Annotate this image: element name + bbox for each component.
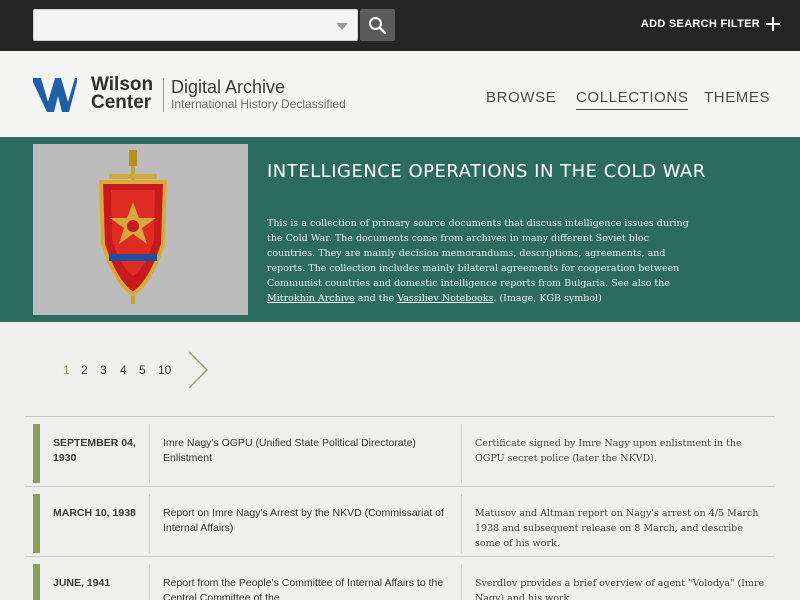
- kgb-shield-icon: [98, 150, 168, 304]
- next-page-arrow-icon[interactable]: [186, 350, 210, 390]
- brand-name[interactable]: Wilson Center: [91, 75, 153, 112]
- logo-divider: [163, 78, 164, 112]
- document-row[interactable]: JUNE, 1941 Report from the People's Comm…: [25, 564, 775, 600]
- collection-title: INTELLIGENCE OPERATIONS IN THE COLD WAR: [267, 161, 706, 182]
- search-button[interactable]: [360, 9, 395, 41]
- nav-collections[interactable]: COLLECTIONS: [576, 89, 689, 110]
- top-search-bar: ADD SEARCH FILTER: [0, 0, 800, 51]
- collection-hero: INTELLIGENCE OPERATIONS IN THE COLD WAR …: [0, 137, 800, 322]
- document-row[interactable]: SEPTEMBER 04, 1930 Imre Nagy's OGPU (Uni…: [25, 424, 775, 483]
- site-subtitle: International History Declassified: [171, 97, 346, 111]
- search-input[interactable]: [33, 9, 358, 41]
- site-header: Wilson Center Digital Archive Internatio…: [0, 51, 800, 137]
- row-separator: [149, 494, 150, 553]
- row-separator: [149, 564, 150, 600]
- row-accent-bar: [33, 494, 40, 553]
- document-description: Certificate signed by Imre Nagy upon enl…: [475, 438, 742, 464]
- page-1[interactable]: 1: [63, 363, 70, 377]
- document-title-link[interactable]: Report on Imre Nagy's Arrest by the NKVD…: [163, 506, 453, 536]
- wilson-center-logo-icon[interactable]: [33, 78, 77, 112]
- document-date: SEPTEMBER 04, 1930: [53, 437, 136, 464]
- document-title-link[interactable]: Report from the People's Committee of In…: [163, 576, 453, 600]
- document-description: Sverdlov provides a brief overview of ag…: [475, 578, 765, 600]
- plus-icon[interactable]: [766, 17, 780, 31]
- page-4[interactable]: 4: [120, 363, 127, 377]
- row-separator: [461, 564, 462, 600]
- row-accent-bar: [33, 424, 40, 483]
- nav-themes[interactable]: THEMES: [704, 89, 770, 106]
- site-title[interactable]: Digital Archive: [171, 77, 285, 98]
- collection-description: This is a collection of primary source d…: [267, 218, 689, 304]
- row-separator: [461, 424, 462, 483]
- vassiliev-notebooks-link[interactable]: Vassiliev Notebooks: [397, 293, 493, 304]
- row-separator: [461, 494, 462, 553]
- search-icon: [369, 17, 387, 35]
- document-date: MARCH 10, 1938: [53, 507, 136, 519]
- page-2[interactable]: 2: [81, 363, 88, 377]
- row-separator: [149, 424, 150, 483]
- row-divider: [25, 416, 775, 417]
- document-row[interactable]: MARCH 10, 1938 Report on Imre Nagy's Arr…: [25, 494, 775, 553]
- row-divider: [25, 486, 775, 487]
- document-date: JUNE, 1941: [53, 577, 111, 589]
- row-divider: [25, 556, 775, 557]
- row-accent-bar: [33, 564, 40, 600]
- mitrokhin-archive-link[interactable]: Mitrokhin Archive: [267, 293, 355, 304]
- page-5[interactable]: 5: [139, 363, 146, 377]
- nav-browse[interactable]: BROWSE: [486, 89, 556, 106]
- page-3[interactable]: 3: [100, 363, 107, 377]
- document-description: Matusov and Altman report on Nagy's arre…: [475, 508, 759, 549]
- document-title-link[interactable]: Imre Nagy's OGPU (Unified State Politica…: [163, 436, 453, 466]
- add-search-filter-link[interactable]: ADD SEARCH FILTER: [641, 18, 760, 30]
- page-10[interactable]: 10: [158, 363, 171, 377]
- collection-image: [33, 144, 248, 315]
- chevron-down-icon[interactable]: [336, 23, 348, 30]
